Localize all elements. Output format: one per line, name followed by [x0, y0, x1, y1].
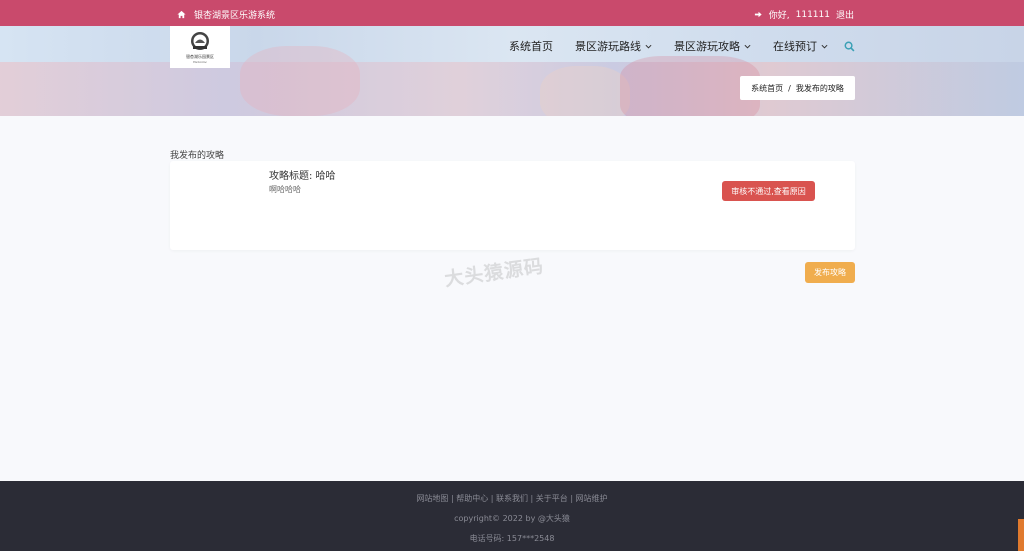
nav-item-home[interactable]: 系统首页: [509, 38, 553, 54]
nav-label: 景区游玩路线: [575, 40, 641, 53]
site-logo[interactable]: 银杏湖乐园景区 Welcome: [170, 26, 230, 68]
nav-item-booking[interactable]: 在线预订: [773, 38, 828, 54]
breadcrumb-separator: /: [788, 83, 791, 93]
guide-content: 啊哈哈哈: [269, 185, 301, 194]
nav-item-routes[interactable]: 景区游玩路线: [575, 38, 652, 54]
chevron-down-icon: [645, 44, 652, 49]
sign-in-icon: [754, 10, 763, 19]
nav-label: 景区游玩攻略: [674, 40, 740, 53]
side-scroll-tab[interactable]: [1018, 519, 1024, 551]
guide-title: 攻略标题: 哈哈: [269, 171, 336, 182]
greeting-text: 你好,: [768, 11, 790, 21]
logo-tagline: Welcome: [193, 59, 207, 64]
footer: 网站地图 | 帮助中心 | 联系我们 | 关于平台 | 网站维护 copyrig…: [0, 481, 1024, 551]
watermark: 大头猿源码: [443, 255, 546, 291]
breadcrumb: 系统首页 / 我发布的攻略: [740, 76, 855, 100]
review-status-button[interactable]: 审核不通过,查看原因: [722, 181, 815, 201]
chevron-down-icon: [744, 44, 751, 49]
main-nav: 系统首页 景区游玩路线 景区游玩攻略 在线预订: [509, 38, 855, 54]
guide-card: 攻略标题: 哈哈 啊哈哈哈 审核不通过,查看原因: [170, 161, 855, 250]
publish-guide-button[interactable]: 发布攻略: [805, 262, 855, 283]
chevron-down-icon: [821, 44, 828, 49]
breadcrumb-home[interactable]: 系统首页: [751, 83, 783, 94]
section-title: 我发布的攻略: [170, 151, 225, 161]
username[interactable]: 111111: [796, 10, 830, 20]
top-bar: 银杏湖景区乐游系统 你好, 111111 退出: [0, 0, 1024, 26]
site-brand[interactable]: 银杏湖景区乐游系统: [177, 8, 275, 21]
nav-label: 系统首页: [509, 40, 553, 53]
footer-copyright: copyright© 2022 by @大头猿: [454, 514, 570, 523]
logo-emblem-icon: [191, 31, 209, 50]
breadcrumb-current: 我发布的攻略: [795, 83, 844, 93]
footer-phone: 电话号码: 157***2548: [469, 534, 555, 543]
nav-item-guides[interactable]: 景区游玩攻略: [674, 38, 751, 54]
home-icon: [177, 10, 186, 19]
search-icon[interactable]: [844, 41, 855, 52]
site-name: 银杏湖景区乐游系统: [194, 11, 276, 21]
footer-links[interactable]: 网站地图 | 帮助中心 | 联系我们 | 关于平台 | 网站维护: [0, 493, 1024, 504]
user-area: 你好, 111111 退出: [754, 8, 854, 21]
nav-label: 在线预订: [773, 40, 817, 53]
logout-link[interactable]: 退出: [836, 8, 854, 21]
